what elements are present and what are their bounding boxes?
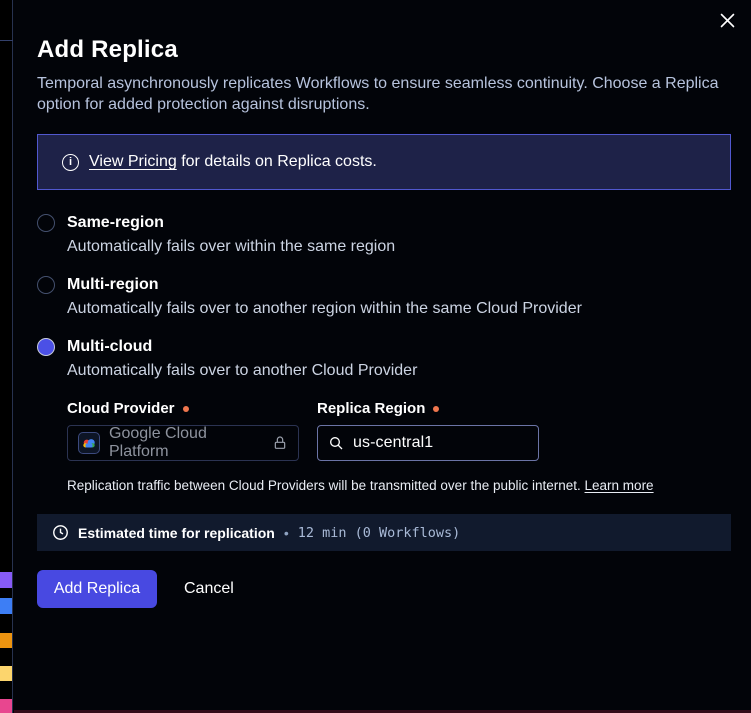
estimate-separator: •	[284, 525, 289, 541]
background-color-chip	[0, 699, 12, 713]
note-text: Replication traffic between Cloud Provid…	[67, 478, 581, 493]
option-label: Multi-region	[67, 276, 159, 294]
replica-region-value: us-central1	[353, 434, 433, 452]
background-color-chip	[0, 572, 12, 588]
radio-multi-region[interactable]: Multi-region	[37, 276, 731, 294]
option-label: Same-region	[67, 214, 164, 232]
background-color-chip	[0, 633, 12, 648]
info-icon: i	[62, 154, 79, 171]
radio-circle-icon[interactable]	[37, 276, 55, 294]
public-internet-note: Replication traffic between Cloud Provid…	[67, 478, 731, 493]
cloud-provider-value: Google Cloud Platform	[109, 425, 257, 461]
cancel-button[interactable]: Cancel	[184, 580, 234, 598]
background-color-chip	[0, 666, 12, 681]
radio-same-region[interactable]: Same-region	[37, 214, 731, 232]
estimate-value: 12 min (0 Workflows)	[298, 525, 461, 541]
replica-region-field: Replica Region us-central1	[317, 400, 539, 461]
field-label-text: Cloud Provider	[67, 400, 175, 417]
pricing-info-banner: i View Pricing for details on Replica co…	[37, 134, 731, 190]
option-label: Multi-cloud	[67, 338, 152, 356]
pricing-banner-rest: for details on Replica costs.	[177, 153, 377, 170]
radio-multi-cloud[interactable]: Multi-cloud	[37, 338, 731, 356]
option-multi-region: Multi-region Automatically fails over to…	[37, 276, 731, 318]
add-replica-modal: Add Replica Temporal asynchronously repl…	[14, 0, 751, 713]
background-page-edge	[0, 0, 13, 713]
pricing-banner-text: View Pricing for details on Replica cost…	[89, 153, 377, 171]
cloud-provider-select[interactable]: Google Cloud Platform	[67, 425, 299, 461]
clock-icon	[52, 524, 69, 541]
close-button[interactable]	[715, 8, 739, 32]
option-multi-cloud: Multi-cloud Automatically fails over to …	[37, 338, 731, 380]
background-color-chip	[0, 598, 12, 614]
cloud-provider-field: Cloud Provider Google Cloud Platform	[67, 400, 299, 461]
required-dot-icon	[183, 406, 189, 412]
close-icon	[720, 13, 735, 28]
search-icon	[328, 435, 344, 451]
option-same-region: Same-region Automatically fails over wit…	[37, 214, 731, 256]
radio-circle-selected-icon[interactable]	[37, 338, 55, 356]
replica-region-label: Replica Region	[317, 400, 539, 417]
view-pricing-link[interactable]: View Pricing	[89, 153, 177, 170]
background-divider	[0, 40, 13, 41]
modal-actions: Add Replica Cancel	[37, 570, 731, 608]
replica-region-input[interactable]: us-central1	[317, 425, 539, 461]
google-cloud-logo-icon	[78, 432, 100, 454]
required-dot-icon	[433, 406, 439, 412]
page-title: Add Replica	[37, 0, 731, 64]
field-label-text: Replica Region	[317, 400, 425, 417]
multi-cloud-form: Cloud Provider Google Cloud Platform	[67, 400, 731, 461]
cloud-provider-label: Cloud Provider	[67, 400, 299, 417]
add-replica-button[interactable]: Add Replica	[37, 570, 157, 608]
option-description: Automatically fails over within the same…	[67, 238, 731, 256]
estimate-banner: Estimated time for replication • 12 min …	[37, 514, 731, 551]
lock-icon	[272, 435, 288, 451]
radio-circle-icon[interactable]	[37, 214, 55, 232]
learn-more-link[interactable]: Learn more	[585, 478, 654, 493]
option-description: Automatically fails over to another regi…	[67, 300, 731, 318]
estimate-label: Estimated time for replication	[78, 525, 275, 541]
modal-description: Temporal asynchronously replicates Workf…	[37, 73, 725, 115]
option-description: Automatically fails over to another Clou…	[67, 362, 731, 380]
